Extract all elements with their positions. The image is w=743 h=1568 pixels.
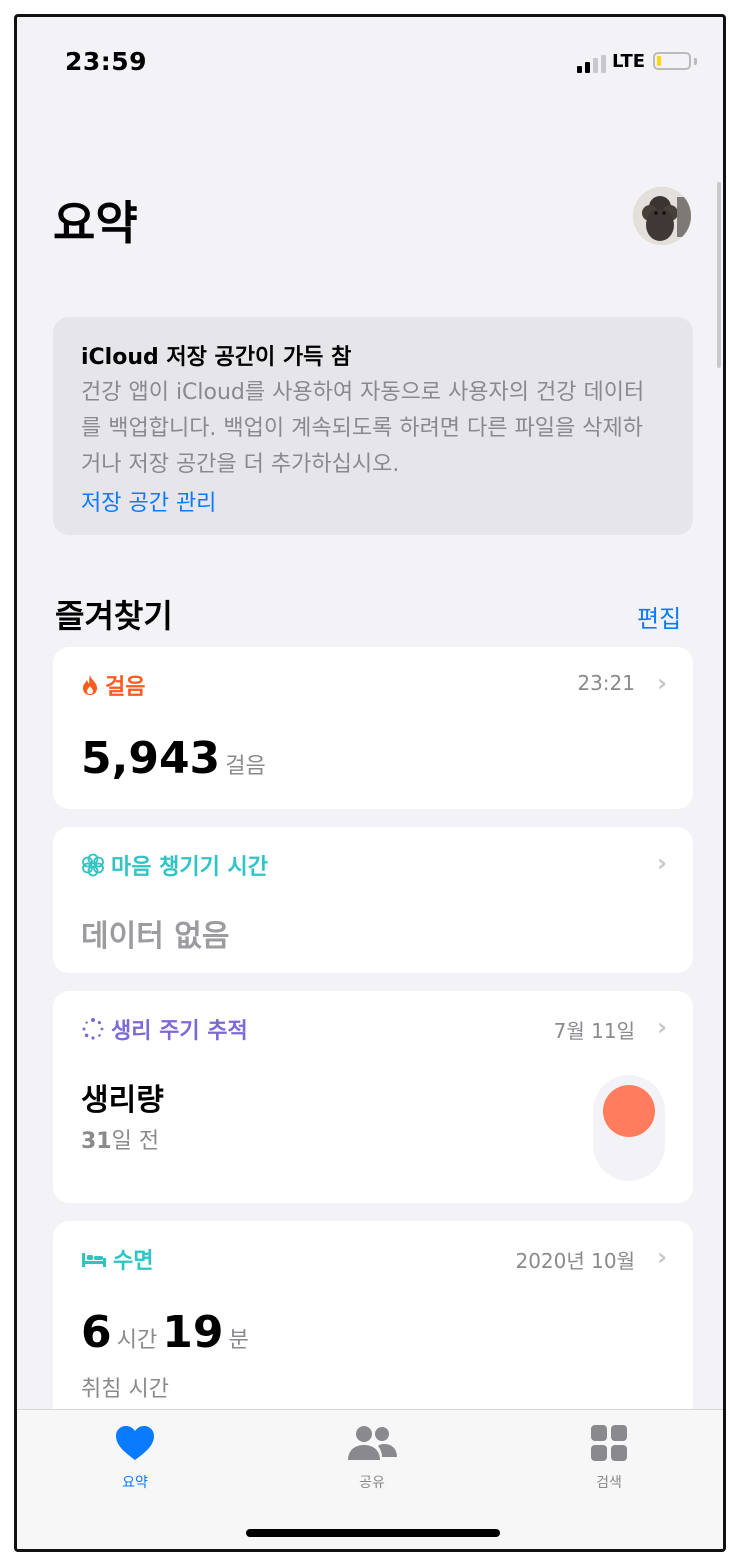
flame-icon (83, 675, 97, 695)
cycle-title: 생리 주기 추적 (111, 1019, 248, 1044)
sleep-card[interactable]: 수면 2020년 10월 › 6 시간 19 분 취침 시간 (53, 1221, 693, 1421)
notice-body: 건강 앱이 iCloud를 사용하여 자동으로 사용자의 건강 데이터를 백업합… (81, 380, 645, 477)
people-icon (348, 1426, 397, 1460)
steps-time: 23:21 (577, 671, 635, 695)
status-bar: 23:59 LTE (17, 17, 723, 107)
cycle-tracking-card[interactable]: 생리 주기 추적 7월 11일 › 생리량 31일 전 (53, 991, 693, 1203)
sleep-hours-unit: 시간 (116, 1328, 158, 1353)
cycle-flow-dot (603, 1085, 655, 1137)
sleep-date: 2020년 10월 (515, 1249, 635, 1273)
steps-unit: 걸음 (225, 754, 266, 779)
tab-browse[interactable]: 검색 (549, 1424, 669, 1492)
tab-sharing-label: 공유 (359, 1475, 385, 1491)
steps-title: 걸음 (105, 675, 146, 700)
cycle-date: 7월 11일 (553, 1019, 635, 1043)
cycle-dots-icon (82, 1018, 104, 1040)
mindful-title: 마음 챙기기 시간 (111, 855, 268, 880)
sleep-minutes: 19 (162, 1307, 224, 1358)
chevron-right-icon: › (657, 1013, 667, 1041)
chevron-right-icon: › (657, 1243, 667, 1271)
sleep-hours: 6 (81, 1307, 112, 1358)
dog-photo-icon (633, 187, 691, 245)
cycle-indicator-track (593, 1075, 665, 1181)
cycle-days-number: 31 (81, 1129, 112, 1154)
chevron-right-icon: › (657, 669, 667, 697)
bed-icon (82, 1253, 106, 1267)
tab-summary[interactable]: 요약 (75, 1424, 195, 1492)
signal-icon (577, 55, 611, 73)
flower-icon (82, 853, 104, 877)
steps-card[interactable]: 걸음 23:21 › 5,943 걸음 (53, 647, 693, 809)
tab-browse-label: 검색 (596, 1475, 622, 1491)
battery-icon (653, 52, 691, 70)
home-indicator[interactable] (246, 1529, 500, 1537)
page-title: 요약 (53, 196, 138, 250)
tab-summary-label: 요약 (122, 1475, 148, 1491)
heart-icon (116, 1426, 154, 1460)
sleep-minutes-unit: 분 (228, 1328, 249, 1353)
network-label: LTE (612, 51, 646, 72)
steps-value: 5,943 (81, 733, 221, 784)
cycle-days-suffix: 일 전 (111, 1129, 160, 1154)
tab-sharing[interactable]: 공유 (312, 1424, 432, 1492)
scrollbar[interactable] (717, 182, 721, 368)
favorites-heading: 즐겨찾기 (55, 597, 173, 635)
notice-title: iCloud 저장 공간이 가득 참 (81, 345, 352, 370)
edit-button[interactable]: 편집 (637, 599, 681, 634)
chevron-right-icon: › (657, 849, 667, 877)
mindful-card[interactable]: 마음 챙기기 시간 › 데이터 없음 (53, 827, 693, 973)
icloud-storage-notice: iCloud 저장 공간이 가득 참 건강 앱이 iCloud를 사용하여 자동… (53, 317, 693, 535)
sleep-title: 수면 (113, 1249, 154, 1274)
grid-icon (591, 1425, 627, 1461)
sleep-label: 취침 시간 (81, 1377, 169, 1402)
phone-screen: 23:59 LTE 요약 iCloud 저장 공간이 가득 참 건강 앱이 iC… (14, 14, 726, 1552)
status-time: 23:59 (65, 47, 148, 76)
cycle-flow-label: 생리량 (81, 1083, 164, 1118)
mindful-no-data: 데이터 없음 (81, 919, 230, 954)
manage-storage-link[interactable]: 저장 공간 관리 (81, 485, 216, 517)
profile-avatar[interactable] (633, 187, 691, 245)
